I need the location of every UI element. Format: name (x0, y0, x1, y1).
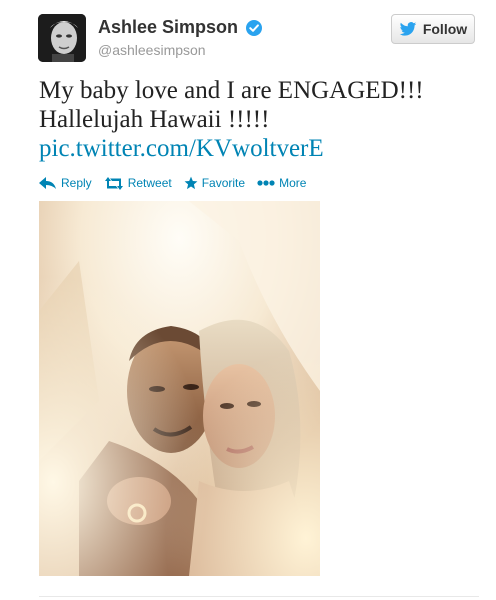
follow-label: Follow (422, 21, 468, 37)
tweet-text-line-2: Hallelujah Hawaii !!!!! (39, 106, 270, 133)
reply-action[interactable]: Reply (39, 176, 92, 190)
tweet-photo[interactable] (39, 201, 320, 576)
tweet-card: Ashlee Simpson @ashleesimpson Follow My … (0, 0, 496, 600)
reply-label: Reply (61, 176, 92, 190)
tweet-actions: Reply Retweet Favorite More (39, 174, 318, 192)
verified-badge-icon (246, 20, 262, 36)
tweet-text: My baby love and I are ENGAGED!!! Hallel… (39, 76, 479, 163)
more-action[interactable]: More (257, 176, 306, 190)
twitter-bird-icon (399, 21, 417, 36)
more-label: More (279, 176, 307, 190)
retweet-icon (104, 176, 123, 190)
display-name[interactable]: Ashlee Simpson (98, 17, 238, 38)
favorite-action[interactable]: Favorite (184, 176, 245, 190)
reply-icon (39, 177, 56, 189)
star-icon (184, 176, 198, 190)
follow-button[interactable]: Follow (391, 14, 475, 44)
screen-name[interactable]: @ashleesimpson (98, 42, 206, 58)
avatar[interactable] (38, 14, 86, 62)
more-dots-icon (257, 180, 275, 186)
retweet-label: Retweet (127, 176, 172, 190)
tweet-photo-link[interactable]: pic.twitter.com/KVwoltverE (39, 134, 479, 163)
favorite-label: Favorite (201, 176, 246, 190)
retweet-action[interactable]: Retweet (104, 176, 172, 190)
divider (39, 596, 479, 597)
tweet-text-line-1: My baby love and I are ENGAGED!!! (39, 77, 424, 104)
